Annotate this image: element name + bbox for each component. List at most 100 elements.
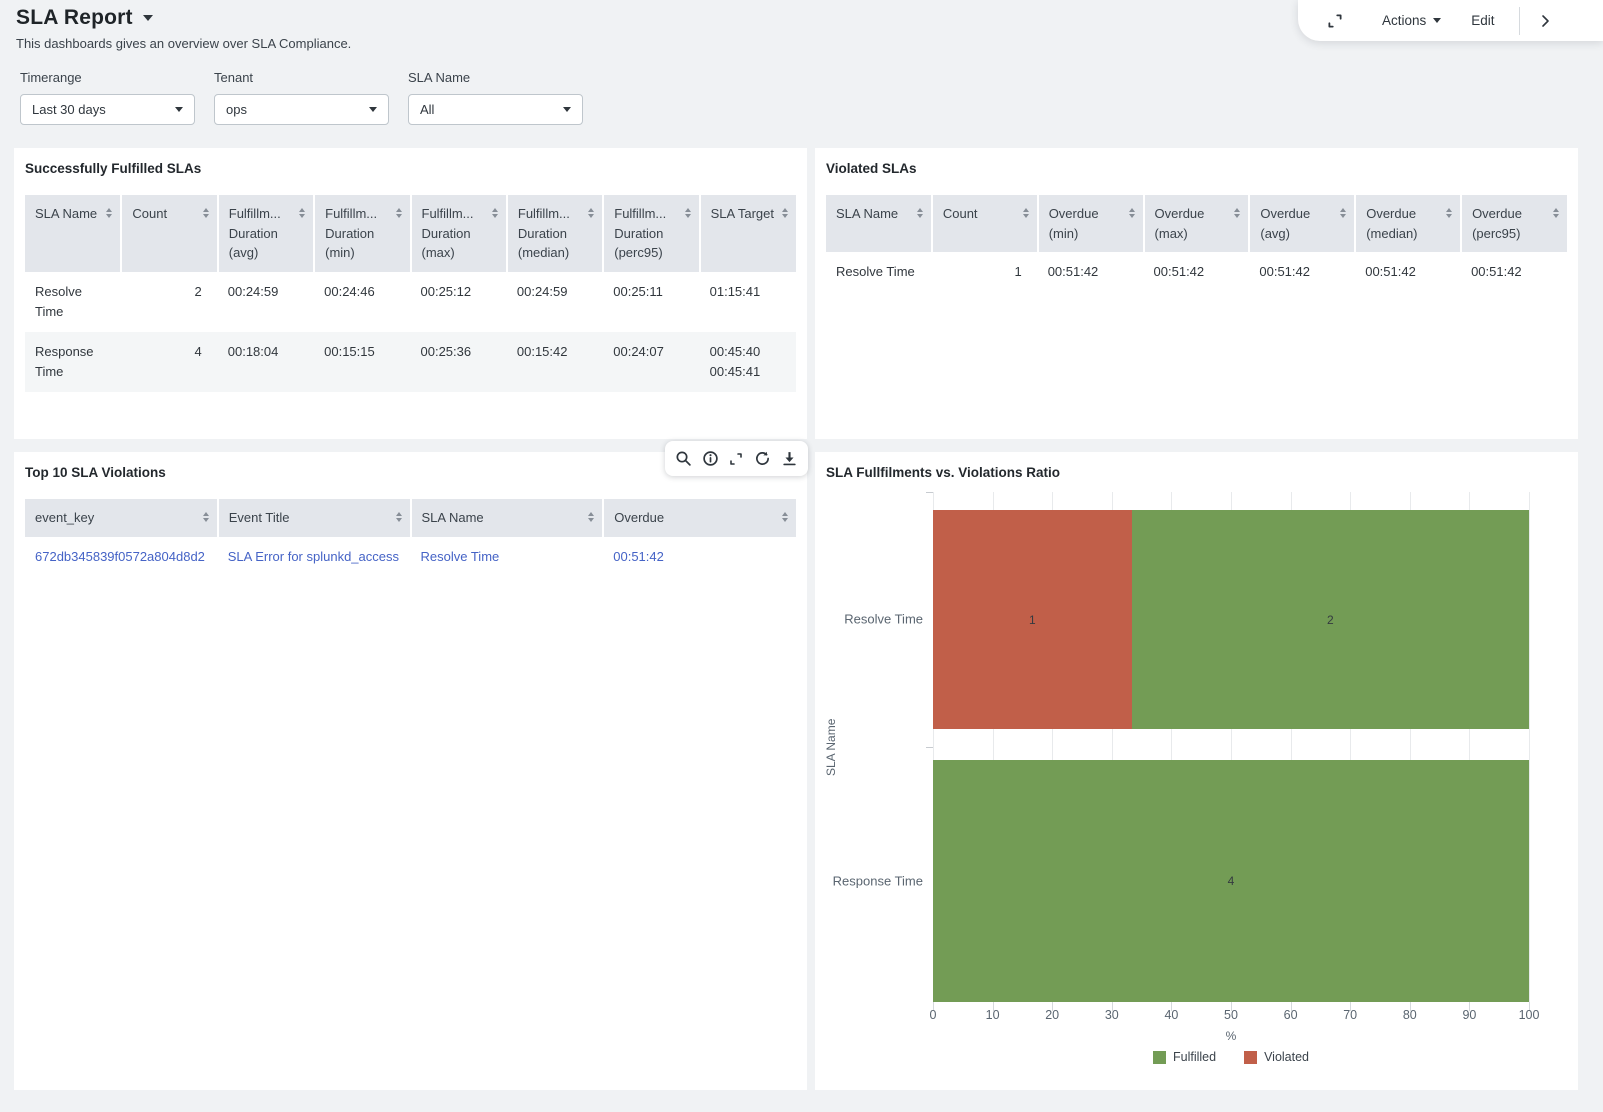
sort-asc-arrow [299, 208, 305, 212]
column-header-inner: Overdue (median) [1366, 204, 1452, 243]
sla-name-select[interactable]: All [408, 94, 583, 125]
column-header[interactable]: Count [932, 195, 1038, 252]
column-header[interactable]: Overdue (perc95) [1461, 195, 1567, 252]
column-header-label: Fulfillm... Duration (median) [518, 204, 582, 263]
sort-desc-arrow [1234, 214, 1240, 218]
column-header[interactable]: Fulfillm... Duration (median) [507, 195, 603, 272]
plot-area: 1 2 4 [933, 492, 1529, 1002]
column-header[interactable]: Fulfillm... Duration (avg) [218, 195, 314, 272]
column-header[interactable]: Fulfillm... Duration (perc95) [603, 195, 699, 272]
filter-tenant: Tenant ops [214, 70, 389, 125]
column-header[interactable]: Overdue [603, 499, 796, 537]
table-cell: 1 [932, 252, 1038, 292]
sort-desc-arrow [782, 214, 788, 218]
dashboard-title-menu[interactable]: SLA Report [16, 6, 351, 30]
column-header-inner: SLA Name [422, 508, 595, 528]
fullscreen-button[interactable] [1326, 12, 1344, 30]
table-cell: SLA Error for splunkd_access [218, 537, 411, 577]
cell-link[interactable]: Resolve Time [421, 549, 500, 564]
info-icon [702, 450, 719, 467]
column-header-label: Overdue [614, 508, 776, 528]
category-label: Resolve Time [844, 612, 923, 627]
sort-desc-arrow [1023, 214, 1029, 218]
legend-swatch [1244, 1051, 1257, 1064]
table-cell: Resolve Time [826, 252, 932, 292]
table-cell: 672db345839f0572a804d8d2 [25, 537, 218, 577]
sort-icon [685, 204, 691, 218]
sort-icon [492, 204, 498, 218]
column-header-label: Event Title [229, 508, 390, 528]
table-cell: 00:25:11 [603, 272, 699, 332]
column-header[interactable]: Overdue (min) [1038, 195, 1144, 252]
column-header[interactable]: Event Title [218, 499, 411, 537]
sort-asc-arrow [917, 208, 923, 212]
column-header[interactable]: Fulfillm... Duration (min) [314, 195, 410, 272]
column-header-inner: Overdue (perc95) [1472, 204, 1559, 243]
table-header-row: SLA NameCountOverdue (min) Overdue (max) O… [826, 195, 1567, 252]
column-header[interactable]: event_key [25, 499, 218, 537]
sort-icon [917, 204, 923, 218]
column-header-inner: SLA Name [35, 204, 112, 224]
legend-label: Fulfilled [1173, 1050, 1216, 1064]
filter-sla-name: SLA Name All [408, 70, 583, 125]
chevron-down-icon [143, 15, 153, 21]
cell-link[interactable]: 672db345839f0572a804d8d2 [35, 549, 205, 564]
panel-action-toolbar [665, 441, 808, 476]
sort-desc-arrow [203, 214, 209, 218]
sort-desc-arrow [685, 214, 691, 218]
column-header[interactable]: SLA Name [411, 499, 604, 537]
column-header[interactable]: Overdue (max) [1144, 195, 1250, 252]
x-tick-label: 30 [1105, 1008, 1119, 1022]
sort-desc-arrow [1446, 214, 1452, 218]
top10-violations-table: event_key Event Title SLA Name Overdue 672db… [25, 499, 796, 577]
x-tick-label: 90 [1462, 1008, 1476, 1022]
table-cell: Resolve Time [25, 272, 121, 332]
search-button[interactable] [675, 450, 692, 467]
sort-asc-arrow [203, 208, 209, 212]
column-header-label: Overdue (max) [1155, 204, 1229, 243]
edit-label: Edit [1471, 13, 1494, 28]
table-cell: 00:25:12 [411, 272, 507, 332]
bar-value-label: 1 [1029, 613, 1036, 627]
sort-icon [1234, 204, 1240, 218]
sort-asc-arrow [782, 512, 788, 516]
sort-icon [1129, 204, 1135, 218]
column-header[interactable]: Overdue (avg) [1249, 195, 1355, 252]
download-button[interactable] [781, 450, 798, 467]
column-header[interactable]: SLA Name [25, 195, 121, 272]
open-in-new-button[interactable] [728, 451, 744, 467]
table-cell: 2 [121, 272, 217, 332]
column-header-label: SLA Target [711, 204, 776, 224]
sort-desc-arrow [492, 214, 498, 218]
filter-label: Timerange [20, 70, 195, 85]
x-tick-label: 80 [1403, 1008, 1417, 1022]
column-header[interactable]: Fulfillm... Duration (max) [411, 195, 507, 272]
refresh-icon [754, 450, 771, 467]
cell-link[interactable]: 00:51:42 [613, 549, 664, 564]
cell-link[interactable]: SLA Error for splunkd_access [228, 549, 399, 564]
refresh-button[interactable] [754, 450, 771, 467]
column-header[interactable]: Count [121, 195, 217, 272]
timerange-select[interactable]: Last 30 days [20, 94, 195, 125]
info-button[interactable] [702, 450, 719, 467]
page-header: SLA Report This dashboards gives an over… [16, 6, 351, 51]
sort-desc-arrow [106, 214, 112, 218]
column-header-inner: Fulfillm... Duration (perc95) [614, 204, 690, 263]
bar-segment-fulfilled[interactable]: 2 [1132, 510, 1529, 729]
column-header[interactable]: Overdue (median) [1355, 195, 1461, 252]
table-cell: 00:45:40 00:45:41 [700, 332, 796, 392]
sort-desc-arrow [917, 214, 923, 218]
table-cell: Resolve Time [411, 537, 604, 577]
edit-button[interactable]: Edit [1471, 13, 1494, 28]
column-header[interactable]: SLA Name [826, 195, 932, 252]
expand-panel-button[interactable] [1537, 13, 1553, 29]
sort-desc-arrow [1340, 214, 1346, 218]
tenant-select[interactable]: ops [214, 94, 389, 125]
bar-segment-violated[interactable]: 1 [933, 510, 1132, 729]
table-cell: Response Time [25, 332, 121, 392]
table-row: 672db345839f0572a804d8d2 SLA Error for sp… [25, 537, 796, 577]
bar-segment-fulfilled[interactable]: 4 [933, 760, 1529, 1002]
actions-button[interactable]: Actions [1382, 13, 1441, 28]
column-header[interactable]: SLA Target [700, 195, 796, 272]
actions-label: Actions [1382, 13, 1426, 28]
